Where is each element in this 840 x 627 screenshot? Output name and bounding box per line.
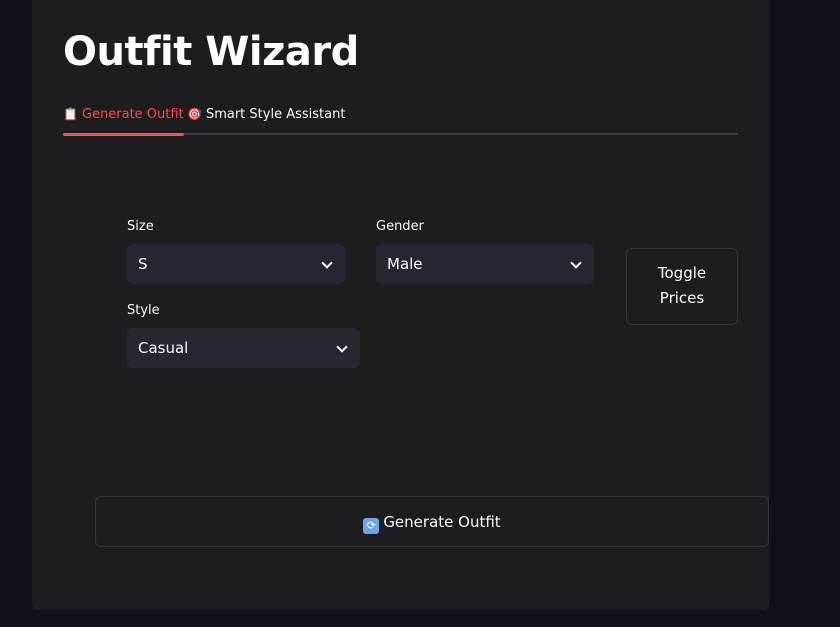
style-select[interactable]: Casual <box>127 328 360 368</box>
style-select-value: Casual <box>138 339 189 357</box>
chevron-down-icon <box>336 341 348 353</box>
active-tab-indicator <box>63 133 184 136</box>
generate-outfit-button[interactable]: ⟳ Generate Outfit <box>95 496 769 547</box>
size-select[interactable]: S <box>127 244 345 284</box>
tab-label: Generate Outfit <box>81 107 184 122</box>
tab-label: Smart Style Assistant <box>205 107 346 122</box>
refresh-icon: ⟳ <box>363 518 380 534</box>
tab-generate-outfit[interactable]: 📋 Generate Outfit <box>63 104 184 136</box>
style-label: Style <box>127 303 160 318</box>
chevron-down-icon <box>570 257 582 269</box>
generate-outfit-label: Generate Outfit <box>383 513 501 531</box>
size-select-value: S <box>138 255 148 273</box>
tab-smart-style-assistant[interactable]: 🎯 Smart Style Assistant <box>187 104 345 132</box>
tab-bar: 📋 Generate Outfit 🎯 Smart Style Assistant <box>63 100 738 136</box>
dart-icon: 🎯 <box>187 107 202 121</box>
gender-select-value: Male <box>387 255 423 273</box>
gender-label: Gender <box>376 219 424 234</box>
gender-select[interactable]: Male <box>376 244 594 284</box>
page-title: Outfit Wizard <box>63 29 359 75</box>
chevron-down-icon <box>321 257 333 269</box>
clipboard-icon: 📋 <box>63 107 78 121</box>
toggle-prices-label: Toggle Prices <box>657 264 707 307</box>
size-label: Size <box>127 219 154 234</box>
toggle-prices-button[interactable]: Toggle Prices <box>626 248 738 325</box>
